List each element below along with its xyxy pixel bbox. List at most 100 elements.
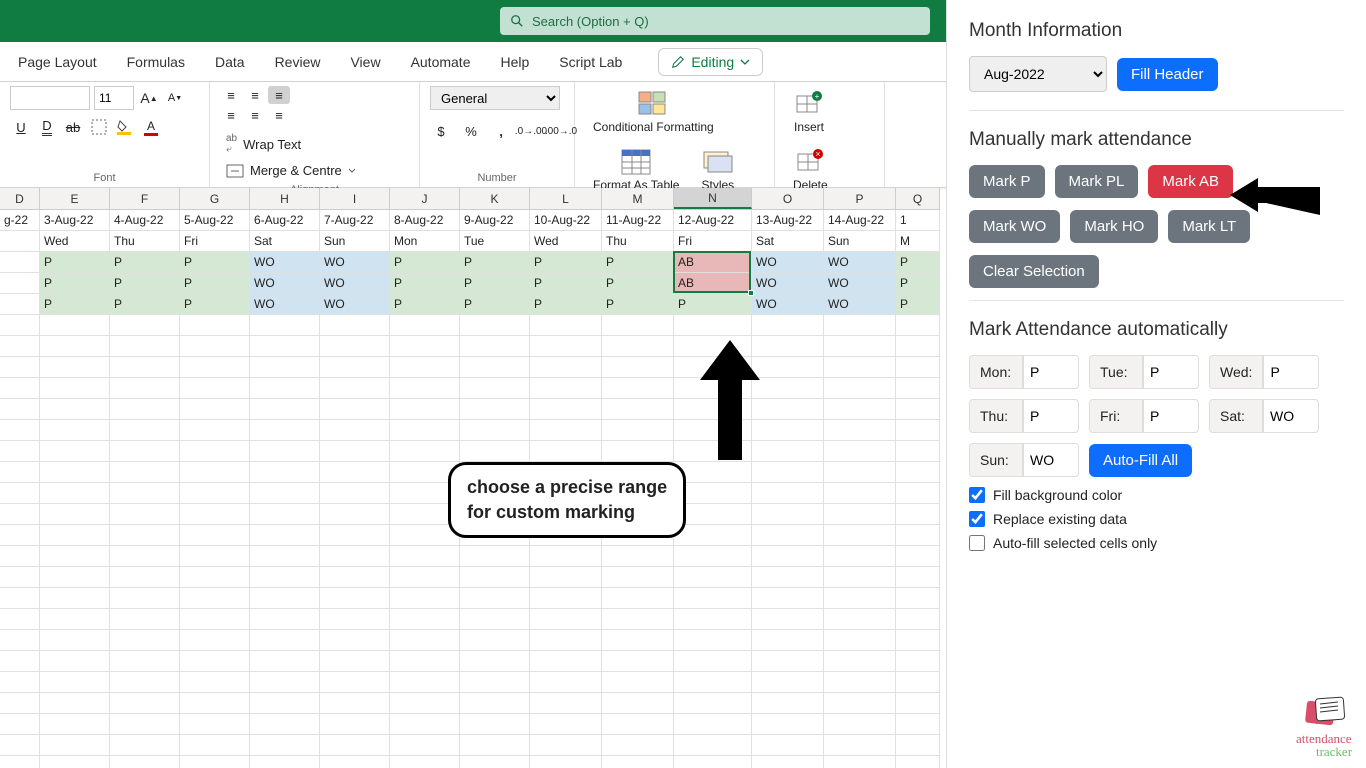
cell[interactable] — [110, 462, 180, 483]
cell[interactable]: WO — [250, 252, 320, 273]
cell[interactable] — [0, 378, 40, 399]
wed-input[interactable] — [1263, 355, 1319, 389]
cell[interactable] — [0, 546, 40, 567]
column-header-D[interactable]: D — [0, 188, 40, 209]
cell[interactable] — [40, 378, 110, 399]
cell[interactable] — [674, 441, 752, 462]
cell[interactable]: P — [180, 294, 250, 315]
borders-icon[interactable] — [88, 116, 110, 138]
cell[interactable] — [896, 714, 940, 735]
cell[interactable] — [752, 567, 824, 588]
cell[interactable] — [896, 483, 940, 504]
cell[interactable] — [390, 651, 460, 672]
cell[interactable] — [824, 756, 896, 768]
cell[interactable] — [824, 672, 896, 693]
cell[interactable] — [530, 714, 602, 735]
cell[interactable]: M — [896, 231, 940, 252]
cell[interactable]: P — [390, 273, 460, 294]
insert-cells-button[interactable]: + Insert — [785, 86, 833, 138]
cell[interactable] — [250, 693, 320, 714]
cell[interactable] — [896, 672, 940, 693]
cell[interactable] — [390, 756, 460, 768]
cell[interactable] — [530, 672, 602, 693]
cell[interactable] — [460, 567, 530, 588]
replace-data-checkbox[interactable] — [969, 511, 985, 527]
merge-centre-button[interactable]: Merge & Centre — [220, 160, 362, 181]
cell[interactable] — [390, 630, 460, 651]
cell[interactable]: WO — [320, 273, 390, 294]
cell[interactable] — [40, 483, 110, 504]
cell[interactable]: WO — [824, 294, 896, 315]
cell[interactable] — [752, 525, 824, 546]
cell[interactable]: P — [530, 252, 602, 273]
percent-icon[interactable]: % — [460, 120, 482, 142]
cell[interactable] — [896, 315, 940, 336]
cell[interactable] — [824, 609, 896, 630]
cell[interactable]: WO — [320, 252, 390, 273]
cell[interactable] — [674, 588, 752, 609]
cell[interactable] — [250, 336, 320, 357]
cell[interactable] — [390, 399, 460, 420]
cell[interactable] — [320, 504, 390, 525]
cell[interactable] — [250, 462, 320, 483]
cell[interactable] — [752, 399, 824, 420]
cell[interactable] — [250, 420, 320, 441]
cell[interactable] — [530, 609, 602, 630]
cell[interactable] — [390, 420, 460, 441]
cell[interactable] — [180, 693, 250, 714]
selection-handle[interactable] — [748, 290, 754, 296]
cell[interactable] — [0, 756, 40, 768]
cell[interactable] — [674, 735, 752, 756]
cell[interactable]: WO — [320, 294, 390, 315]
cell[interactable] — [110, 651, 180, 672]
cell[interactable] — [896, 336, 940, 357]
mark-ab-button[interactable]: Mark AB — [1148, 165, 1233, 198]
cell[interactable] — [250, 504, 320, 525]
tue-input[interactable] — [1143, 355, 1199, 389]
cell[interactable] — [530, 378, 602, 399]
cell[interactable] — [602, 441, 674, 462]
number-format-select[interactable]: General — [430, 86, 560, 110]
cell[interactable]: P — [40, 273, 110, 294]
cell[interactable]: Tue — [460, 231, 530, 252]
cell[interactable] — [40, 630, 110, 651]
fill-bg-checkbox[interactable] — [969, 487, 985, 503]
cell[interactable] — [674, 651, 752, 672]
cell[interactable] — [390, 357, 460, 378]
cell[interactable] — [250, 756, 320, 768]
sat-input[interactable] — [1263, 399, 1319, 433]
cell[interactable] — [250, 651, 320, 672]
cell[interactable] — [460, 546, 530, 567]
cell[interactable] — [110, 399, 180, 420]
cell[interactable] — [250, 483, 320, 504]
cell[interactable]: WO — [250, 294, 320, 315]
cell[interactable] — [250, 525, 320, 546]
column-header-L[interactable]: L — [530, 188, 602, 209]
cell[interactable] — [674, 756, 752, 768]
cell[interactable] — [250, 378, 320, 399]
cell[interactable] — [320, 336, 390, 357]
cell[interactable] — [752, 378, 824, 399]
cell[interactable] — [0, 588, 40, 609]
cell[interactable] — [180, 399, 250, 420]
cell[interactable]: 8-Aug-22 — [390, 210, 460, 231]
cell[interactable] — [40, 693, 110, 714]
cell[interactable]: P — [896, 294, 940, 315]
cell[interactable] — [320, 525, 390, 546]
cell[interactable]: P — [896, 252, 940, 273]
cell[interactable] — [40, 315, 110, 336]
cell[interactable] — [110, 630, 180, 651]
cell[interactable] — [180, 630, 250, 651]
cell[interactable] — [180, 672, 250, 693]
cell[interactable] — [110, 672, 180, 693]
cell[interactable] — [602, 693, 674, 714]
cell[interactable] — [896, 588, 940, 609]
cell[interactable] — [530, 588, 602, 609]
fill-color-icon[interactable] — [114, 116, 136, 138]
cell[interactable] — [460, 399, 530, 420]
sun-input[interactable] — [1023, 443, 1079, 477]
cell[interactable] — [40, 567, 110, 588]
cell[interactable] — [40, 546, 110, 567]
cell[interactable] — [320, 693, 390, 714]
font-color-icon[interactable]: A — [140, 116, 162, 138]
